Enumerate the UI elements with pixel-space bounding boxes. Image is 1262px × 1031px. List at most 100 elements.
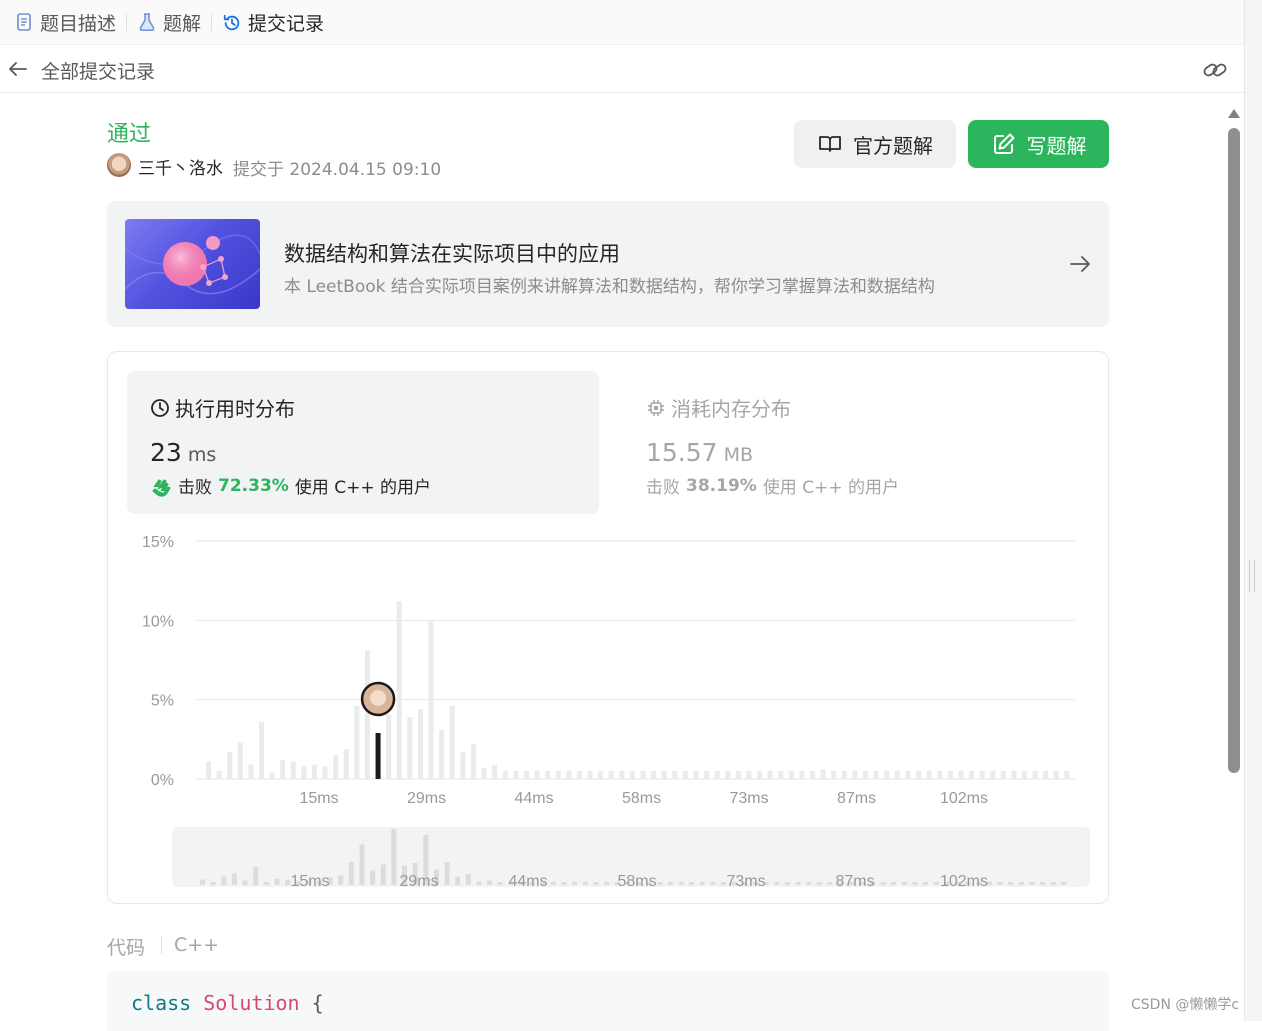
bar — [566, 771, 572, 779]
bar — [555, 771, 561, 779]
code-block[interactable]: class Solution { — [107, 971, 1109, 1031]
bar — [502, 771, 508, 779]
official-solution-label: 官方题解 — [853, 133, 933, 158]
bar — [470, 744, 476, 779]
flask-icon — [137, 12, 157, 32]
bar — [990, 771, 996, 779]
overview-bar — [455, 876, 461, 885]
bar — [820, 769, 826, 779]
overview-bar — [1061, 882, 1067, 885]
overview-bar — [561, 882, 567, 885]
runtime-panel[interactable]: 执行用时分布 23 ms 击败 72.33% 使用 C++ 的用户 — [127, 371, 599, 514]
bar — [248, 764, 254, 779]
scrollbar-track[interactable] — [1244, 0, 1262, 1021]
highlight-bar — [375, 732, 381, 779]
runtime-title-text: 执行用时分布 — [175, 397, 295, 421]
bar — [1000, 771, 1006, 779]
bar — [947, 771, 953, 779]
tab-divider — [126, 13, 128, 31]
scroll-up-icon[interactable] — [1227, 104, 1241, 118]
runtime-distribution-chart[interactable]: 0% 5% 10% 15% 15ms 29ms 44ms 58ms 73ms 87ms 102ms 1… — [108, 532, 1108, 892]
chip-icon — [646, 398, 666, 418]
overview-bar — [221, 876, 227, 885]
bar — [799, 771, 805, 779]
official-solution-button[interactable]: 官方题解 — [794, 120, 956, 168]
overview-bar — [901, 882, 907, 885]
tab-description[interactable]: 题目描述 — [14, 2, 116, 42]
watermark: CSDN @懒懒学c — [1131, 997, 1240, 1013]
y-tick-label: 5% — [151, 693, 174, 710]
overview-bar — [391, 829, 397, 885]
x-tick-label: 87ms — [837, 790, 876, 807]
overview-tick-label: 44ms — [508, 873, 547, 890]
overview-bar — [827, 882, 833, 885]
bar — [354, 706, 360, 779]
history-icon — [222, 12, 242, 32]
bar — [534, 771, 540, 779]
overview-bar — [923, 882, 929, 885]
bar — [460, 752, 466, 779]
overview-tick-label: 29ms — [399, 873, 438, 890]
overview-bar — [338, 875, 344, 885]
overview-bar — [795, 882, 801, 885]
overview-bar — [699, 882, 705, 885]
y-tick-label: 15% — [142, 534, 174, 551]
bar — [661, 771, 667, 779]
bar — [587, 771, 593, 779]
bar — [364, 650, 370, 779]
tab-solutions[interactable]: 题解 — [137, 2, 201, 42]
overview-bar — [210, 882, 216, 885]
bar — [725, 771, 731, 779]
bar — [1022, 771, 1028, 779]
tab-submissions[interactable]: 提交记录 — [222, 2, 324, 42]
write-solution-button[interactable]: 写题解 — [968, 120, 1109, 168]
bar — [396, 601, 402, 779]
overview-bar — [274, 879, 280, 885]
overview-tick-label: 102ms — [940, 873, 988, 890]
document-icon — [14, 12, 34, 32]
bar — [863, 771, 869, 779]
submission-status: 通过 — [107, 122, 152, 147]
link-icon[interactable] — [1201, 56, 1229, 84]
overview-bar — [806, 882, 812, 885]
overview-tick-label: 73ms — [726, 873, 765, 890]
author-name[interactable]: 三千丶洛水 — [138, 154, 223, 179]
runtime-beats-prefix: 击败 — [178, 478, 212, 498]
bar — [651, 771, 657, 779]
bar — [258, 721, 264, 779]
avatar-face — [370, 689, 387, 706]
resize-handle[interactable] — [1249, 560, 1255, 592]
bar — [290, 761, 296, 779]
bar — [640, 771, 646, 779]
overview-bar — [774, 882, 780, 885]
runtime-beats: 击败 72.33% 使用 C++ 的用户 — [150, 473, 431, 498]
bar — [322, 766, 328, 779]
memory-panel[interactable]: 消耗内存分布 15.57 MB 击败 38.19% 使用 C++ 的用户 — [623, 371, 1093, 514]
bar — [301, 766, 307, 779]
avatar[interactable] — [107, 153, 131, 177]
bar — [810, 771, 816, 779]
overview-bar — [263, 882, 269, 885]
x-tick-label: 73ms — [729, 790, 768, 807]
arrow-right-icon — [1067, 251, 1093, 277]
page-title: 全部提交记录 — [41, 61, 156, 83]
scrollbar-thumb[interactable] — [1228, 128, 1240, 773]
bar — [492, 764, 498, 779]
x-tick-label: 58ms — [622, 790, 661, 807]
bar — [735, 771, 741, 779]
clap-hands-icon — [150, 475, 174, 497]
leetbook-description: 本 LeetBook 结合实际项目案例来讲解算法和数据结构，帮你学习掌握算法和数… — [284, 277, 935, 297]
runtime-beats-pct: 72.33% — [218, 475, 289, 496]
bar — [778, 771, 784, 779]
overview-bar — [657, 882, 663, 885]
overview-bar — [604, 882, 610, 885]
arrow-left-icon[interactable] — [6, 57, 30, 81]
bar — [958, 771, 964, 779]
bar — [1011, 771, 1017, 779]
y-tick-label: 10% — [142, 613, 174, 630]
bar — [788, 771, 794, 779]
leetbook-card[interactable]: 数据结构和算法在实际项目中的应用 本 LeetBook 结合实际项目案例来讲解算… — [107, 201, 1109, 327]
overview-bar — [497, 882, 503, 885]
bar — [1032, 771, 1038, 779]
bar — [311, 764, 317, 779]
